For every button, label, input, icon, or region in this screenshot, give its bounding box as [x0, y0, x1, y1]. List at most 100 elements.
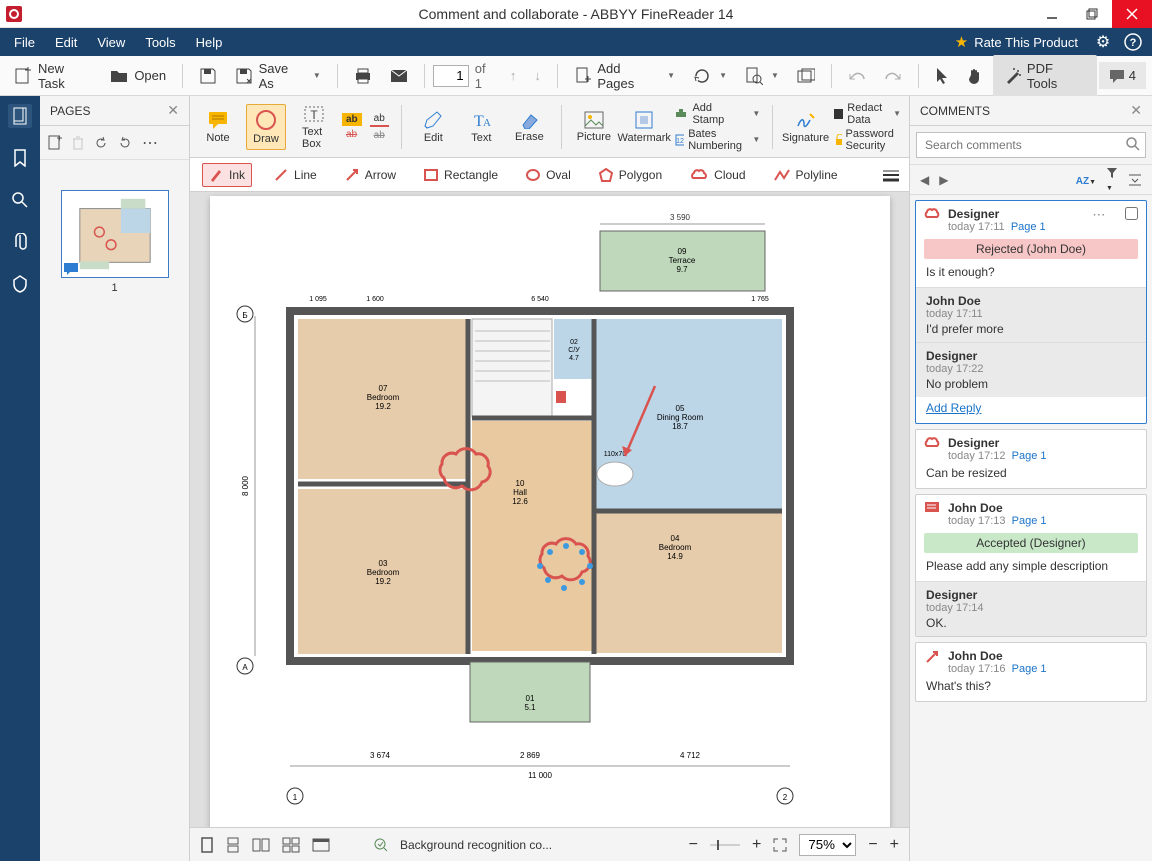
note-tool[interactable]: Note	[198, 106, 238, 148]
zoom-slider[interactable]	[710, 838, 740, 852]
help-icon[interactable]: ?	[1118, 33, 1148, 51]
delete-page-icon[interactable]	[72, 136, 84, 150]
password-tool[interactable]: Password Security	[834, 128, 901, 152]
comment-count-button[interactable]: 4	[1099, 62, 1146, 89]
comment-page-link[interactable]: Page 1	[1012, 450, 1047, 462]
bates-tool[interactable]: 123Bates Numbering▼	[675, 128, 761, 152]
rail-search-icon[interactable]	[8, 188, 32, 212]
insert-text-tool[interactable]: ab	[370, 129, 389, 142]
zoom-out-button[interactable]: −	[689, 836, 698, 854]
comment-thread[interactable]: Designertoday 17:12 Page 1Can be resized	[915, 429, 1147, 489]
zoom-in-button[interactable]: +	[752, 836, 761, 854]
comment-thread[interactable]: John Doetoday 17:13 Page 1Accepted (Desi…	[915, 494, 1147, 637]
signature-tool[interactable]: Signature	[785, 106, 826, 148]
textbox-tool[interactable]: TText Box	[294, 100, 334, 154]
watermark-tool[interactable]: Watermark	[622, 106, 667, 148]
underline-tool[interactable]: ab	[370, 112, 389, 127]
zoom-plus-button[interactable]: +	[890, 836, 899, 854]
prev-comment-button[interactable]: ◀	[920, 173, 929, 187]
zoom-minus-button[interactable]: −	[868, 836, 877, 854]
close-button[interactable]	[1112, 0, 1152, 28]
rotate-button[interactable]: ▼	[685, 63, 735, 89]
highlight-tool[interactable]: ab	[342, 113, 362, 126]
filter-button[interactable]: ▼	[1106, 167, 1118, 193]
comment-more-icon[interactable]: ⋯	[1092, 207, 1105, 223]
rail-pages-icon[interactable]	[8, 104, 32, 128]
draw-tool[interactable]: Draw	[246, 104, 286, 150]
comments-panel-close[interactable]: ✕	[1130, 102, 1142, 119]
redact-tool[interactable]: Redact Data▼	[834, 102, 901, 126]
save-button[interactable]	[191, 63, 225, 89]
comment-page-link[interactable]: Page 1	[1012, 663, 1047, 675]
add-pages-button[interactable]: Add Pages ▼	[566, 57, 683, 95]
menu-help[interactable]: Help	[186, 28, 233, 56]
prev-page-button[interactable]: ↑	[502, 64, 525, 87]
view-two-continuous-icon[interactable]	[282, 837, 300, 853]
menu-tools[interactable]: Tools	[135, 28, 185, 56]
comment-thread[interactable]: Designertoday 17:11 Page 1⋯ Rejected (Jo…	[915, 200, 1147, 424]
open-button[interactable]: Open	[102, 63, 174, 89]
add-reply-link[interactable]: Add Reply	[926, 401, 981, 415]
hand-tool[interactable]	[959, 63, 991, 89]
edit-tool[interactable]: Edit	[413, 106, 453, 148]
rotate-left-icon[interactable]	[94, 136, 108, 150]
text-tool[interactable]: TAText	[461, 106, 501, 148]
polygon-tool[interactable]: Polygon	[593, 164, 668, 186]
rotate-right-icon[interactable]	[118, 136, 132, 150]
zoom-select[interactable]: 75%	[799, 834, 856, 856]
comment-thread[interactable]: John Doetoday 17:16 Page 1What's this?	[915, 642, 1147, 702]
more-icon[interactable]: ⋯	[142, 133, 158, 153]
oval-tool[interactable]: Oval	[520, 164, 577, 186]
images-button[interactable]	[789, 63, 823, 89]
restore-button[interactable]	[1072, 0, 1112, 28]
comment-page-link[interactable]: Page 1	[1012, 515, 1047, 527]
next-page-button[interactable]: ↓	[526, 64, 549, 87]
sort-button[interactable]: AZ▼	[1076, 173, 1096, 187]
document-canvas[interactable]: 3 590 09 Terrace 9.7 07 Bedroom 19.2 03	[190, 192, 909, 827]
pointer-tool[interactable]	[927, 63, 957, 89]
view-single-icon[interactable]	[200, 837, 214, 853]
redo-button[interactable]	[876, 65, 910, 87]
print-button[interactable]	[346, 63, 380, 89]
cloud-tool[interactable]: Cloud	[684, 164, 751, 186]
strikethrough-tool[interactable]: ab	[342, 128, 362, 141]
expand-all-button[interactable]	[1128, 174, 1142, 186]
rail-bookmark-icon[interactable]	[8, 146, 32, 170]
comment-page-link[interactable]: Page 1	[1011, 221, 1046, 233]
textbox-annotation[interactable]	[556, 391, 566, 403]
view-fullscreen-icon[interactable]	[312, 838, 330, 852]
view-two-icon[interactable]	[252, 838, 270, 852]
email-button[interactable]	[382, 63, 416, 89]
search-comments-input[interactable]	[916, 132, 1146, 158]
page-thumbnail[interactable]	[61, 190, 169, 278]
add-stamp-tool[interactable]: Add Stamp▼	[675, 102, 761, 126]
fit-screen-button[interactable]	[773, 838, 787, 852]
view-continuous-icon[interactable]	[226, 837, 240, 853]
add-page-icon[interactable]	[48, 135, 62, 151]
search-doc-button[interactable]: ▼	[737, 63, 787, 89]
undo-button[interactable]	[840, 65, 874, 87]
erase-tool[interactable]: Erase	[509, 107, 549, 147]
next-comment-button[interactable]: ▶	[939, 173, 948, 187]
minimize-button[interactable]	[1032, 0, 1072, 28]
rail-attach-icon[interactable]	[8, 230, 32, 254]
arrow-tool[interactable]: Arrow	[339, 164, 402, 186]
page-number-input[interactable]	[433, 65, 469, 87]
search-icon[interactable]	[1126, 137, 1140, 151]
pdf-tools-button[interactable]: PDF Tools	[993, 55, 1097, 97]
pages-panel-close[interactable]: ✕	[167, 102, 179, 119]
menu-edit[interactable]: Edit	[45, 28, 87, 56]
line-tool[interactable]: Line	[268, 164, 323, 186]
ink-tool[interactable]: Ink	[202, 163, 252, 187]
polyline-tool[interactable]: Polyline	[768, 164, 844, 186]
save-as-button[interactable]: Save As ▼	[227, 57, 329, 95]
menu-view[interactable]: View	[87, 28, 135, 56]
new-task-button[interactable]: New Task	[6, 57, 100, 95]
picture-tool[interactable]: Picture	[574, 107, 614, 147]
comment-checkbox[interactable]	[1125, 207, 1138, 220]
menu-file[interactable]: File	[4, 28, 45, 56]
rectangle-tool[interactable]: Rectangle	[418, 164, 504, 186]
rail-sign-icon[interactable]	[8, 272, 32, 296]
settings-icon[interactable]: ⚙	[1088, 32, 1118, 52]
rate-product-button[interactable]: ★ Rate This Product	[945, 33, 1088, 51]
